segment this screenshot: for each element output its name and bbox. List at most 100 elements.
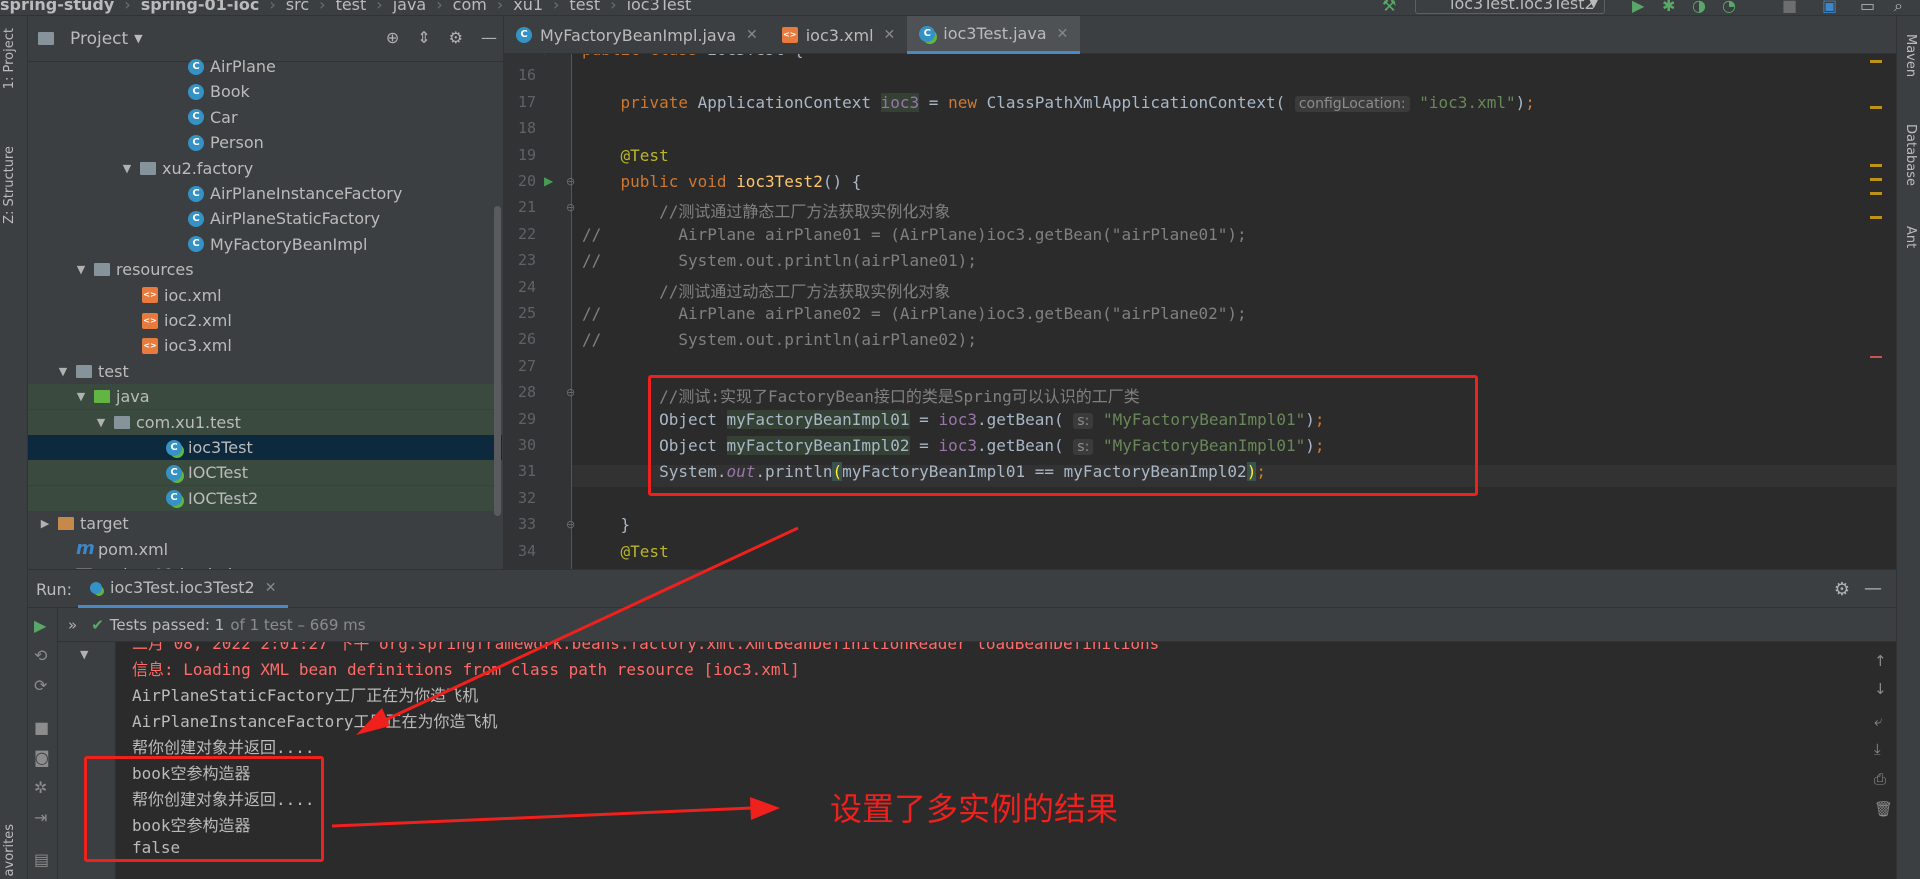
console-output[interactable]: 二月 08, 2022 2:01:27 下午 org.springframewo… (116, 642, 1886, 879)
tree-item[interactable]: C AirPlaneInstanceFactory (28, 181, 502, 206)
close-icon[interactable]: ✕ (884, 27, 896, 43)
warning-marker[interactable] (1870, 216, 1882, 219)
rerun-icon[interactable]: ▶ (34, 616, 46, 635)
breadcrumb-item[interactable]: java (393, 0, 427, 14)
toggle-auto-test-icon[interactable]: ⟳ (34, 676, 47, 695)
breadcrumb-item[interactable]: src (286, 0, 309, 14)
tree-item[interactable]: spring-01-ioc.iml (28, 562, 502, 569)
scroll-to-end-icon[interactable]: ⤓ (1874, 740, 1881, 758)
editor-tab[interactable]: Cioc3Test.java ✕ (907, 16, 1081, 54)
editor-tab[interactable]: C MyFactoryBeanImpl.java ✕ (504, 16, 770, 54)
code-line[interactable]: // AirPlane airPlane02 = (AirPlane)ioc3.… (582, 304, 1247, 323)
structure-tool-tab[interactable]: Z: Structure (2, 146, 17, 224)
project-panel-title[interactable]: Project (70, 29, 128, 49)
tree-item[interactable]: C Car (28, 105, 502, 130)
stop-icon[interactable]: ■ (34, 718, 49, 737)
settings-icon[interactable]: ✲ (34, 778, 47, 797)
tree-item[interactable]: C AirPlaneStaticFactory (28, 206, 502, 231)
stop-icon[interactable]: ■ (1782, 0, 1797, 15)
arrow-down-icon[interactable]: ↓ (1874, 680, 1887, 698)
breadcrumb-item[interactable]: xu1 (513, 0, 543, 14)
tree-item[interactable]: C Book (28, 79, 502, 104)
code-line[interactable]: @Test (582, 542, 669, 561)
code-line[interactable]: //测试通过静态工厂方法获取实例化对象 (582, 198, 950, 222)
gear-icon[interactable]: ⚙ (1834, 579, 1850, 600)
tree-item[interactable]: Cioc3Test (28, 435, 502, 460)
tree-item[interactable]: <> ioc2.xml (28, 308, 502, 333)
breadcrumb-item[interactable]: spring-study (0, 0, 114, 14)
tree-item[interactable]: C MyFactoryBeanImpl (28, 232, 502, 257)
chevron-down-icon[interactable]: ▼ (56, 365, 70, 378)
warning-marker[interactable] (1870, 192, 1882, 195)
debug-icon[interactable]: ✱ (1662, 0, 1675, 15)
breadcrumb-item[interactable]: test (336, 0, 367, 14)
fold-icon[interactable]: ⊖ (566, 175, 575, 188)
run-icon[interactable]: ▶ (1632, 0, 1644, 15)
project-structure-icon[interactable]: ▣ (1822, 0, 1837, 15)
collapse-all-icon[interactable]: ⇕ (417, 28, 430, 47)
code-line[interactable]: } (582, 515, 631, 534)
maven-tool-tab[interactable]: Maven (1903, 34, 1918, 77)
code-line[interactable]: @Test (582, 146, 669, 165)
fold-icon[interactable]: ⊖ (566, 386, 575, 399)
tree-item[interactable]: C AirPlane (28, 54, 502, 79)
code-line[interactable]: Object myFactoryBeanImpl01 = ioc3.getBea… (582, 409, 1325, 429)
run-configuration-select[interactable]: ioc3Test.ioc3Test2 ▼ (1415, 0, 1605, 14)
run-gutter-icon[interactable]: ▶ (544, 174, 553, 188)
gear-icon[interactable]: ⚙ (449, 28, 463, 47)
tree-item[interactable]: ▼ test (28, 359, 502, 384)
code-line[interactable]: // System.out.println(airPlane01); (582, 251, 977, 270)
favorites-tool-tab[interactable]: avorites (2, 824, 17, 876)
chevron-down-icon[interactable]: ▼ (74, 263, 88, 276)
code-line[interactable]: public class ioc3Test { (582, 54, 804, 59)
editor-tab[interactable]: <> ioc3.xml ✕ (770, 16, 908, 54)
close-icon[interactable]: ✕ (1057, 26, 1069, 42)
arrow-up-icon[interactable]: ↑ (1874, 652, 1887, 670)
tree-item[interactable]: ▼ java (28, 384, 502, 410)
tree-item[interactable]: <> ioc3.xml (28, 333, 502, 358)
breadcrumb-item[interactable]: spring-01-ioc (141, 0, 260, 14)
run-tab[interactable]: ioc3Test.ioc3Test2 ✕ (78, 570, 289, 608)
warning-marker[interactable] (1870, 106, 1882, 109)
soft-wrap-icon[interactable]: ⤶ (1874, 712, 1882, 730)
rerun-failed-icon[interactable]: ⟲ (34, 646, 47, 665)
breadcrumb-item[interactable]: ioc3Test (627, 0, 692, 14)
search-icon[interactable]: ⌕ (1894, 0, 1903, 15)
tree-item[interactable]: C IOCTest2 (28, 485, 502, 511)
tree-item[interactable]: ▼ resources (28, 257, 502, 282)
tree-item[interactable]: m pom.xml (28, 537, 502, 562)
warning-marker[interactable] (1870, 60, 1882, 63)
tree-item[interactable]: ▼ com.xu1.test (28, 409, 502, 435)
chevron-down-icon[interactable]: ▼ (120, 162, 134, 175)
clear-icon[interactable]: 🗑 (1874, 800, 1893, 818)
build-hammer-icon[interactable]: ⚒ (1382, 0, 1396, 15)
code-line[interactable]: Object myFactoryBeanImpl02 = ioc3.getBea… (582, 436, 1325, 455)
locate-file-icon[interactable]: ⊕ (386, 28, 399, 47)
layout-icon[interactable]: ▭ (1860, 0, 1875, 15)
project-scrollbar[interactable] (494, 206, 501, 516)
code-editor[interactable]: 15 16 17 18 19 20 21 22 23 24 25 26 27 28 29 30 31 32 33 34… (504, 54, 1896, 569)
tree-item[interactable]: C IOCTest (28, 460, 502, 486)
project-tool-tab[interactable]: 1: Project (2, 28, 17, 89)
close-icon[interactable]: ✕ (746, 27, 758, 43)
close-icon[interactable]: ✕ (265, 580, 277, 596)
hide-panel-icon[interactable]: — (481, 28, 497, 47)
code-line[interactable]: // AirPlane airPlane01 = (AirPlane)ioc3.… (582, 225, 1247, 244)
chevron-right-icon[interactable]: » (68, 616, 77, 634)
error-marker[interactable] (1870, 356, 1882, 358)
database-tool-tab[interactable]: Database (1903, 124, 1918, 186)
code-line[interactable]: // System.out.println(airPlane02); (582, 330, 977, 349)
tree-item[interactable]: <> ioc.xml (28, 283, 502, 308)
print-icon[interactable]: ⎙ (1874, 770, 1886, 788)
chevron-right-icon[interactable]: ▶ (38, 517, 52, 530)
breadcrumb-item[interactable]: test (569, 0, 600, 14)
ant-tool-tab[interactable]: Ant (1903, 226, 1918, 248)
minimize-icon[interactable]: — (1864, 578, 1882, 599)
camera-icon[interactable]: ◙ (34, 748, 50, 767)
warning-marker[interactable] (1870, 178, 1882, 181)
fold-icon[interactable]: ⊖ (566, 518, 575, 531)
chevron-down-icon[interactable]: ▼ (134, 32, 142, 45)
fold-icon[interactable]: ⊖ (566, 201, 575, 214)
chevron-down-icon[interactable]: ▼ (74, 390, 88, 403)
tree-item[interactable]: C Person (28, 130, 502, 155)
